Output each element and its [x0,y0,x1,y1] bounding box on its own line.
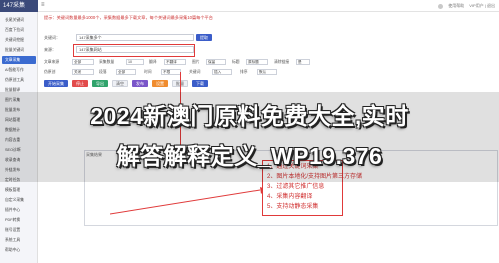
option-label: 文章来源 [44,60,60,64]
option-label: 排序 [240,70,248,74]
option-label: 采集数量 [99,60,115,64]
option-select[interactable]: 全部 [72,59,94,65]
sidebar-item[interactable]: 模板管理 [2,186,36,194]
option-label: 时间 [144,70,152,74]
publish-button[interactable]: 发布 [132,80,148,87]
sidebar-item[interactable]: PDF转换 [2,216,36,224]
option-label: 段落 [99,70,107,74]
option-select[interactable]: 不翻译 [164,59,186,65]
option-select[interactable]: 10 [126,59,144,65]
option-select[interactable]: 关闭 [72,69,94,75]
sidebar-item[interactable]: 长尾关键词 [2,16,36,24]
option-select[interactable]: 全部 [116,69,136,75]
sidebar-item[interactable]: 批量关键词 [2,46,36,54]
option-label: 关键词 [189,70,201,74]
option-label: 伪原创 [44,70,56,74]
option-select[interactable]: 保留 [206,59,226,65]
option-select[interactable]: 插入 [212,69,232,75]
notification-icon[interactable] [438,3,444,9]
sidebar-item[interactable]: 关键词挖掘 [2,36,36,44]
options-row-1: 文章来源 全部 采集数量 10 翻译 不翻译 图片 保留 标题 原标题 清除链接… [44,58,494,66]
feature-item: 3、过滤其它推广信息 [267,184,325,190]
menu-icon[interactable]: ≡ [41,2,47,9]
option-label: 清除链接 [274,60,290,64]
annotation-arrow [110,187,266,215]
extract-button[interactable]: 提取 [196,34,212,41]
page: { "app": {"logo": "147采集", "menu_icon": … [0,0,499,263]
help-link[interactable]: 使用帮助 [448,3,464,9]
download-button[interactable]: 下载 [192,80,208,87]
sidebar-item[interactable]: 帮助中心 [2,246,36,254]
option-label: 翻译 [149,60,157,64]
clear-button[interactable]: 清空 [112,80,128,87]
sidebar-item[interactable]: 百度下拉词 [2,26,36,34]
source-label: 来源： [44,47,56,52]
sidebar-item[interactable]: 系统工具 [2,236,36,244]
app-logo[interactable]: 147采集 [0,0,38,12]
stop-button[interactable]: 停止 [72,80,88,87]
start-collect-button[interactable]: 开始采集 [44,80,68,87]
user-menu[interactable]: VIP用户 | 退出 [469,3,495,9]
sidebar-item[interactable]: 账号设置 [2,226,36,234]
overlay-title-line-1: 2024新澳门原料免费大全,实时 [90,103,409,129]
sidebar-item-active[interactable]: 文章采集 [2,56,36,64]
sidebar-item[interactable]: AI智能写作 [2,66,36,74]
feature-item: 5、支持动静态采集 [267,204,319,210]
feature-item: 4、采集内容翻译 [267,194,313,200]
option-select[interactable]: 默认 [257,69,277,75]
option-label: 图片 [192,60,200,64]
top-bar: 147采集 ≡ 使用帮助 VIP用户 | 退出 [0,0,499,12]
option-select[interactable]: 原标题 [246,59,268,65]
top-right-area: 使用帮助 VIP用户 | 退出 [438,0,495,12]
keyword-input[interactable]: 147采集多个 [76,34,194,41]
sidebar-item[interactable]: 自定义采集 [2,196,36,204]
sidebar-item[interactable]: 插件中心 [2,206,36,214]
settings-button[interactable]: 设置 [152,80,168,87]
annotation-box [73,44,195,57]
overlay-title-line-2: 解答解释定义_WP19.376 [116,143,383,169]
notice-text: 提示：关键词数量最多1000个，采集数据最多下载文章，每个关键词最多采集10篇每… [44,15,213,20]
export-button[interactable]: 导出 [92,80,108,87]
options-row-2: 伪原创 关闭 段落 全部 时间 不限 关键词 插入 排序 默认 [44,68,494,76]
option-label: 标题 [232,60,240,64]
sidebar-item[interactable]: 伪原创工具 [2,76,36,84]
keyword-label: 关键词： [44,35,60,40]
option-select[interactable]: 不限 [161,69,181,75]
option-select[interactable]: 是 [296,59,310,65]
